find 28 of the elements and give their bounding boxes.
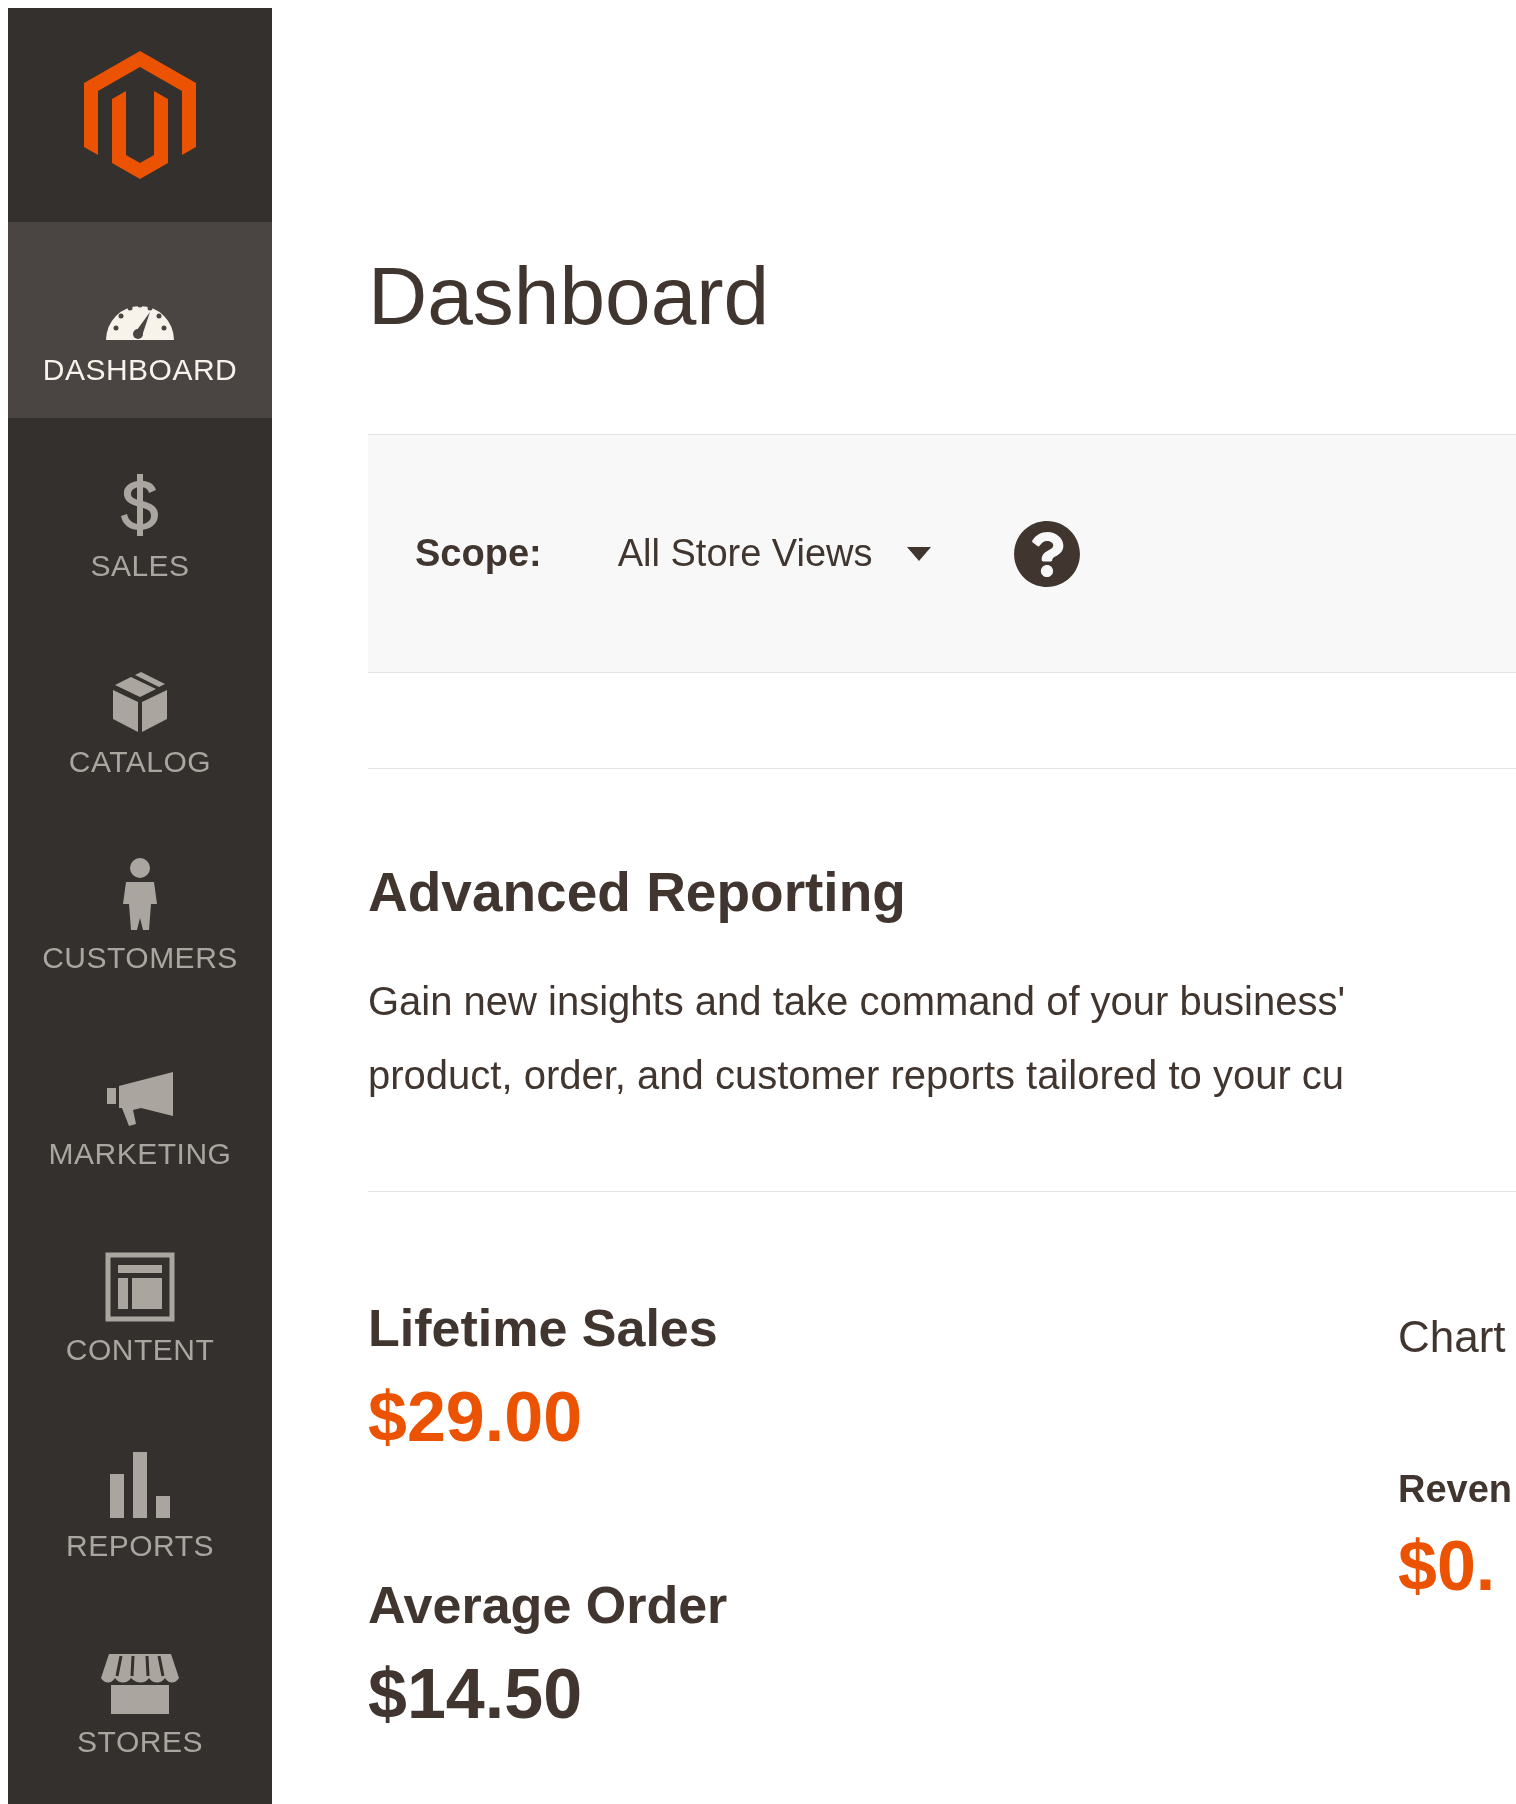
megaphone-icon	[105, 1070, 175, 1126]
store-view-dropdown[interactable]: All Store Views	[617, 525, 931, 582]
sidebar-item[interactable]: CONTENT	[8, 1202, 272, 1398]
sidebar-item[interactable]: STORES	[8, 1594, 272, 1790]
storefront-icon	[101, 1652, 179, 1714]
caret-icon	[906, 546, 931, 561]
sidebar-item[interactable]: MARKETING	[8, 1006, 272, 1202]
stat-label: Lifetime Sales	[368, 1302, 718, 1354]
chart-title: Chart	[1398, 1315, 1506, 1359]
page-title: Dashboard	[368, 256, 771, 336]
logo-icon	[84, 51, 196, 179]
sidebar-item[interactable]: CATALOG	[8, 614, 272, 810]
description-text: product, order, and customer reports tailored to your cu	[368, 1052, 1345, 1099]
sidebar-item[interactable]: CUSTOMERS	[8, 810, 272, 1006]
person-icon	[121, 858, 159, 930]
sidebar-item[interactable]: REPORTS	[8, 1398, 272, 1594]
box-icon	[111, 672, 169, 734]
layout-icon	[105, 1252, 175, 1322]
total-label: Reven	[1398, 1469, 1513, 1509]
stat-value: $29.00	[368, 1382, 583, 1452]
stat-value: $14.50	[368, 1659, 583, 1729]
sidebar-item[interactable]: DASHBOARD	[8, 222, 272, 418]
sidebar-item[interactable]: SALES	[8, 418, 272, 614]
bar-chart-icon	[108, 1452, 172, 1518]
scope-label: Scope:	[415, 531, 542, 576]
help-icon[interactable]	[1012, 519, 1081, 588]
description-text: Gain new insights and take command of your business'	[368, 978, 1346, 1025]
total-value: $0.	[1398, 1531, 1496, 1601]
